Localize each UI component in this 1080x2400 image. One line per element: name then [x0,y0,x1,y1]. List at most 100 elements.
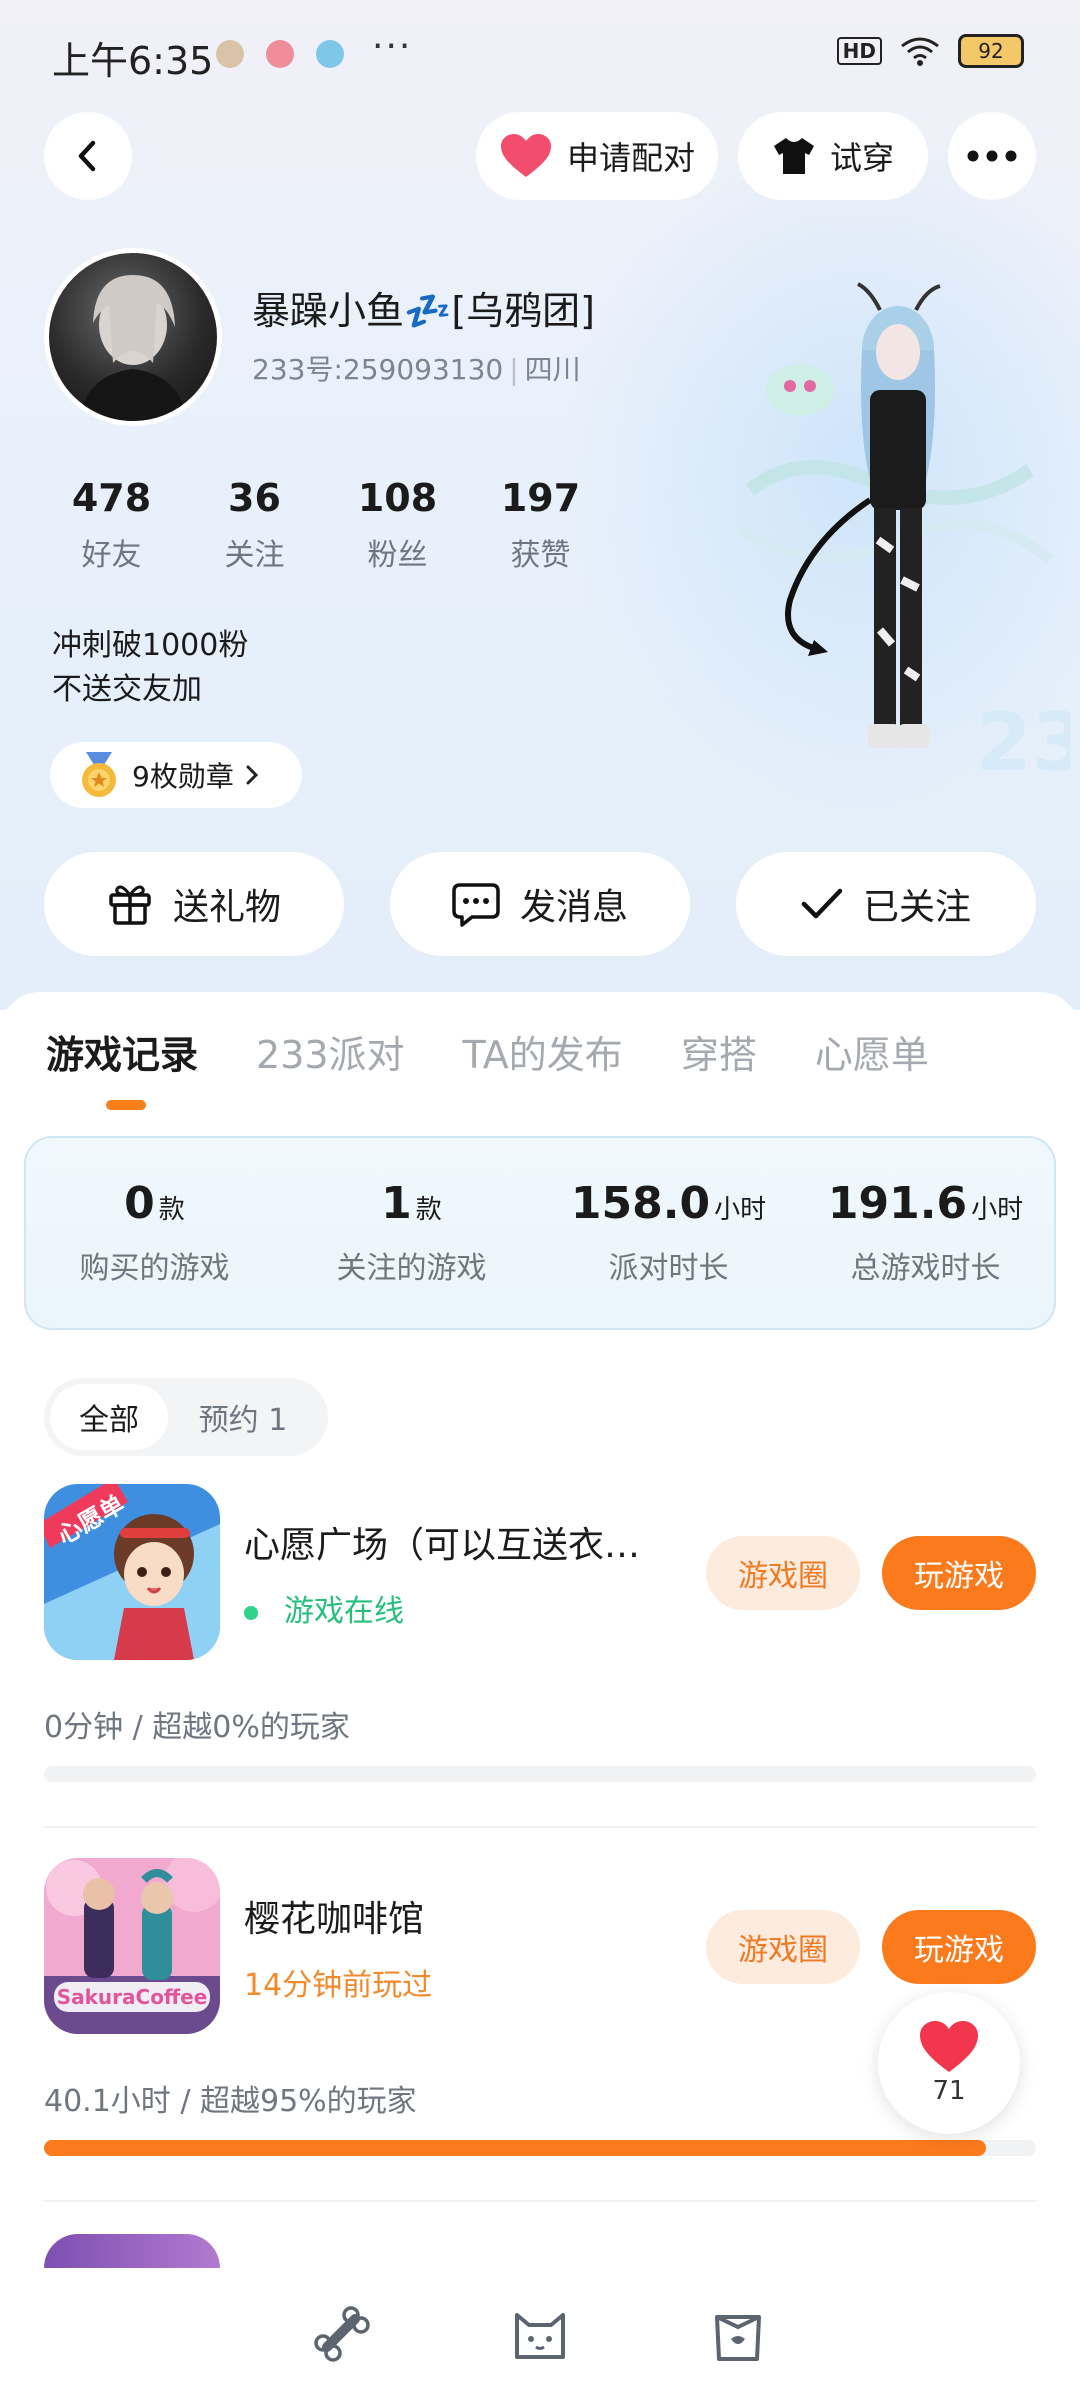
wish-plaza-artwork: 心愿单 [44,1484,220,1660]
bio: 冲刺破1000粉 不送交友加 [52,624,248,712]
active-tab-indicator [106,1100,146,1110]
sakura-coffee-artwork: SakuraCoffee [44,1858,220,2034]
summary-value: 1 [381,1178,412,1229]
stat-value: 36 [228,476,281,520]
play-game-button[interactable]: 玩游戏 [882,1910,1036,1984]
game-playtime-meta: 0分钟 / 超越0%的玩家 [44,1710,350,1745]
send-message-label: 发消息 [519,887,628,928]
bone-icon[interactable] [311,2303,373,2365]
user-id: 233号:259093130 [252,353,504,386]
back-button[interactable] [44,112,132,200]
send-message-button[interactable]: 发消息 [390,852,690,956]
game-icon-sakura-coffee[interactable]: SakuraCoffee [44,1858,220,2034]
more-notifications-icon: ··· [372,26,413,67]
play-game-button[interactable]: 玩游戏 [882,1536,1036,1610]
nickname: 暴躁小鱼💤[乌鸦团] [252,289,595,333]
game-icon-wish-plaza[interactable]: 心愿单 [44,1484,220,1660]
game-circle-button[interactable]: 游戏圈 [706,1910,860,1984]
game-filter-toggle: 全部 预约 1 [44,1378,328,1456]
summary-value: 191.6 [827,1178,968,1229]
playtime-progress-bar [44,2140,1036,2156]
summary-value: 158.0 [570,1178,711,1229]
summary-unit: 款 [415,1195,442,1225]
followed-label: 已关注 [862,887,971,928]
avatar-character-illustration[interactable]: 233 [730,280,1070,820]
pair-request-button[interactable]: 申请配对 [476,112,718,200]
avatar[interactable] [44,248,222,426]
summary-purchased-games: 0款 购买的游戏 [26,1138,283,1328]
more-horizontal-icon [967,150,1017,162]
like-floating-button[interactable]: 71 [878,1992,1020,2134]
playtime-progress-bar [44,1766,1036,1782]
bio-line: 不送交友加 [52,672,202,707]
followed-button[interactable]: 已关注 [736,852,1036,956]
stat-following[interactable]: 36 关注 [183,476,326,574]
status-bar: 上午6:35 ··· HD 92 [0,0,1080,108]
signal-icon: HD [836,37,882,65]
location: 四川 [524,353,581,386]
summary-followed-games: 1款 关注的游戏 [283,1138,540,1328]
bag-icon[interactable] [707,2303,769,2365]
summary-unit: 小时 [971,1195,1024,1225]
sakura-coffee-logo: SakuraCoffee [57,1985,208,2009]
summary-unit: 小时 [714,1195,767,1225]
bio-line: 冲刺破1000粉 [52,628,249,663]
chevron-right-icon [246,765,258,785]
uid-separator: | [509,353,519,386]
cat-icon[interactable] [509,2303,571,2365]
stat-likes[interactable]: 197 获赞 [469,476,612,574]
profile-stats: 478 好友 36 关注 108 粉丝 197 获赞 [40,476,612,574]
tab-game-records[interactable]: 游戏记录 [46,1024,198,1079]
stat-friends[interactable]: 478 好友 [40,476,183,574]
pair-request-label: 申请配对 [566,139,695,177]
profile-tabs: 游戏记录 233派对 TA的发布 穿搭 心愿单 [46,1024,987,1079]
battery-indicator: 92 [958,34,1024,68]
tab-outfits[interactable]: 穿搭 [681,1024,757,1079]
medals-button[interactable]: 9枚勋章 [50,742,302,808]
game-name[interactable]: 心愿广场（可以互送衣… [244,1516,684,1568]
user-id-line: 233号:259093130 | 四川 [252,348,581,388]
game-name[interactable]: 樱花咖啡馆 [244,1890,684,1942]
summary-party-time: 158.0 小时 派对时长 [540,1138,797,1328]
tab-posts[interactable]: TA的发布 [463,1024,623,1079]
stat-value: 108 [357,476,438,520]
stat-label: 关注 [224,538,285,573]
tshirt-icon [773,138,814,174]
summary-label: 关注的游戏 [336,1251,487,1286]
wifi-icon [901,37,939,66]
filter-reserved[interactable]: 预约 1 [168,1384,318,1450]
game-summary-card: 0款 购买的游戏 1款 关注的游戏 158.0 小时 派对时长 191.6 小时 总… [24,1136,1056,1330]
gift-icon [109,885,151,925]
tab-233-party[interactable]: 233派对 [256,1024,405,1079]
status-notification-icons [216,40,344,68]
divider [44,2200,1036,2202]
online-dot-icon [244,1605,258,1620]
stat-label: 获赞 [510,538,571,573]
send-gift-button[interactable]: 送礼物 [44,852,344,956]
checkmark-icon [801,888,843,919]
character-badge: 233 [976,696,1070,789]
medals-label: 9枚勋章 [132,760,234,793]
stat-fans[interactable]: 108 粉丝 [326,476,469,574]
filter-all[interactable]: 全部 [50,1384,168,1450]
heart-icon [920,2021,978,2072]
playtime-progress-fill [44,2140,987,2156]
more-options-button[interactable] [948,112,1036,200]
game-icon-partial[interactable] [44,2234,220,2268]
status-time: 上午6:35 [52,39,214,83]
game-playtime-meta: 40.1小时 / 超越95%的玩家 [44,2084,417,2119]
game-last-played: 14分钟前玩过 [244,1968,433,2003]
notification-app-icon [266,40,294,68]
avatar-portrait [79,275,187,421]
notification-app-icon [316,40,344,68]
game-circle-button[interactable]: 游戏圈 [706,1536,860,1610]
summary-total-game-time: 191.6 小时 总游戏时长 [797,1138,1054,1328]
tab-wishlist[interactable]: 心愿单 [815,1024,929,1079]
bottom-navigation [0,2268,1080,2400]
summary-value: 0 [124,1178,155,1229]
try-on-button[interactable]: 试穿 [738,112,928,200]
stat-value: 197 [500,476,581,520]
send-gift-label: 送礼物 [172,887,281,928]
stat-value: 478 [71,476,152,520]
like-count: 71 [932,2076,966,2106]
